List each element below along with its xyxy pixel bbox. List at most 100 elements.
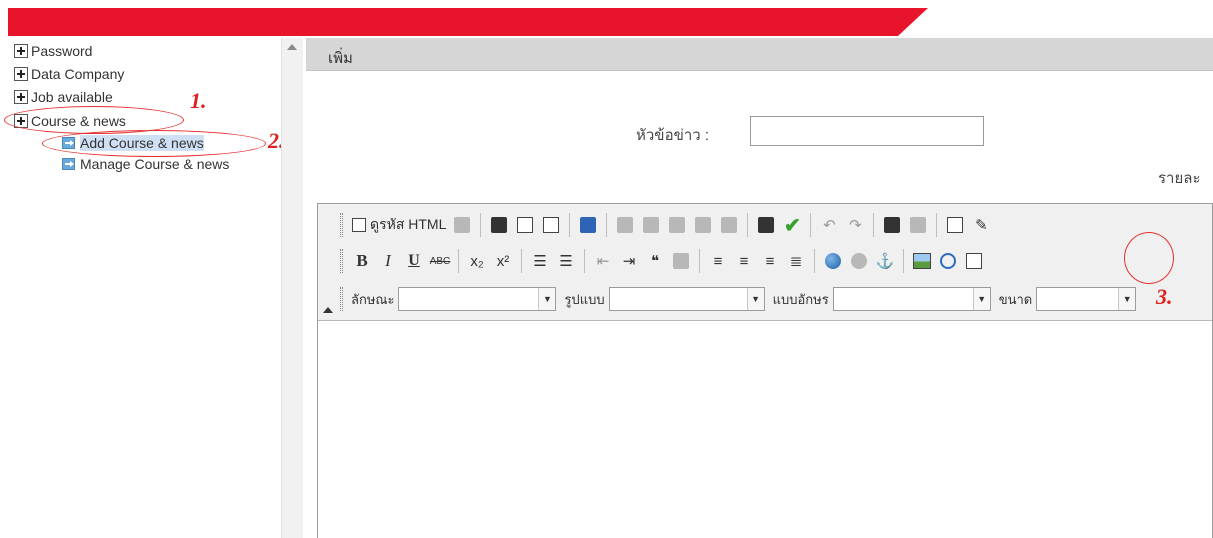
tree-item-add-course-news[interactable]: Add Course & news (14, 133, 204, 153)
bold-button[interactable]: B (349, 248, 375, 274)
templates-icon (454, 217, 471, 233)
undo-button[interactable]: ↶ (816, 212, 842, 238)
font-select[interactable]: ▼ (832, 287, 991, 311)
superscript-button[interactable]: x² (490, 248, 516, 274)
tree-item-manage-course-news[interactable]: Manage Course & news (14, 154, 229, 174)
tree-item-password[interactable]: Password (14, 41, 92, 61)
content-header: เพิ่ม (306, 38, 1213, 71)
tree-item-label: Data Company (31, 66, 125, 82)
unlink-button[interactable] (846, 248, 872, 274)
binoculars-icon (884, 217, 901, 233)
indent-button[interactable]: ⇥ (616, 248, 642, 274)
plus-box-icon[interactable] (14, 114, 28, 128)
editor-content-area[interactable] (318, 321, 1212, 538)
detail-label: รายละ (1158, 170, 1201, 187)
anchor-button[interactable]: ⚓ (872, 248, 898, 274)
plus-box-icon[interactable] (14, 90, 28, 104)
subscript-button[interactable]: x₂ (464, 248, 490, 274)
toolbar-separator (873, 213, 875, 237)
toolbar-separator (814, 249, 815, 273)
eraser-icon: ✎ (975, 217, 988, 234)
align-center-icon: ≡ (739, 252, 749, 270)
outdent-button[interactable]: ⇤ (590, 248, 616, 274)
style-select[interactable]: ▼ (398, 287, 557, 311)
align-center-button[interactable]: ≡ (731, 248, 757, 274)
blockquote-button[interactable]: ❝ (642, 248, 668, 274)
annotation-number-3: 3. (1156, 284, 1173, 309)
div-container-button[interactable] (668, 248, 694, 274)
toolbar-separator (521, 249, 522, 273)
font-label: แบบอักษร (772, 291, 829, 307)
save-button[interactable] (486, 212, 512, 238)
cut-button[interactable] (612, 212, 638, 238)
strikethrough-button[interactable]: ABC (427, 248, 453, 274)
templates-button[interactable] (449, 212, 475, 238)
toolbar-separator (480, 213, 482, 237)
toolbar-separator (699, 249, 700, 273)
collapse-toolbar-icon[interactable] (323, 307, 333, 313)
tree-item-job-available[interactable]: Job available (14, 87, 113, 107)
undo-icon: ↶ (823, 217, 836, 234)
tree-scrollbar[interactable] (281, 38, 303, 538)
paste-word-button[interactable] (716, 212, 742, 238)
remove-format-button[interactable]: ✎ (968, 212, 994, 238)
numbered-list-button[interactable]: ☰ (527, 248, 553, 274)
chevron-down-icon[interactable]: ▼ (1118, 288, 1136, 310)
link-button[interactable] (820, 248, 846, 274)
tree-item-data-company[interactable]: Data Company (14, 64, 124, 84)
insert-flash-button[interactable] (935, 248, 961, 274)
redo-icon: ↷ (849, 217, 862, 234)
preview-button[interactable] (538, 212, 564, 238)
plus-box-icon[interactable] (14, 67, 28, 81)
font-select-value (834, 288, 973, 310)
paste-text-button[interactable] (690, 212, 716, 238)
underline-button[interactable]: U (401, 248, 427, 274)
scroll-up-arrow-icon[interactable] (287, 44, 297, 50)
tree-item-label: Job available (31, 89, 113, 105)
cut-icon (617, 217, 634, 233)
italic-button[interactable]: I (375, 248, 401, 274)
page-title: เพิ่ม (328, 50, 353, 67)
print-button[interactable] (753, 212, 779, 238)
format-select[interactable]: ▼ (608, 287, 765, 311)
image-icon (913, 253, 931, 269)
source-html-button[interactable]: ดูรหัส HTML (349, 212, 449, 238)
bulleted-list-icon: ☰ (559, 253, 573, 270)
flash-icon (940, 253, 956, 269)
toolbar-separator (936, 213, 938, 237)
size-select[interactable]: ▼ (1036, 287, 1137, 311)
justify-button[interactable]: ≣ (783, 248, 809, 274)
source-icon (352, 218, 366, 232)
tree-item-course-news[interactable]: Course & news (14, 111, 126, 131)
toolbar-separator (747, 213, 749, 237)
news-title-input[interactable] (750, 116, 984, 146)
toolbar-row-2: B I U ABC x₂ x² ☰ ☰ ⇤ ⇥ ❝ ≡ ≡ ≡ ≣ ⚓ (340, 244, 987, 278)
spellcheck-button[interactable]: ✔ (779, 212, 805, 238)
arrow-icon (62, 158, 75, 170)
templates-doc-button[interactable] (575, 212, 601, 238)
toolbar-separator (584, 249, 585, 273)
plus-box-icon[interactable] (14, 44, 28, 58)
align-right-button[interactable]: ≡ (757, 248, 783, 274)
redo-button[interactable]: ↷ (842, 212, 868, 238)
insert-image-button[interactable] (909, 248, 935, 274)
annotation-number-1: 1. (190, 88, 207, 113)
anchor-icon: ⚓ (875, 253, 895, 270)
align-left-button[interactable]: ≡ (705, 248, 731, 274)
replace-button[interactable] (905, 212, 931, 238)
navigation-tree: Password Data Company Job available Cour… (8, 41, 278, 538)
editor-toolbar: ดูรหัส HTML ✔ ↶ ↷ ✎ B I U ABC x₂ x² ☰ ☰ … (318, 204, 1212, 321)
chevron-down-icon[interactable]: ▼ (972, 288, 990, 310)
select-all-icon (947, 217, 964, 233)
select-all-button[interactable] (942, 212, 968, 238)
chevron-down-icon[interactable]: ▼ (746, 288, 764, 310)
insert-table-button[interactable] (961, 248, 987, 274)
chevron-down-icon[interactable]: ▼ (538, 288, 556, 310)
new-page-icon (517, 217, 534, 233)
find-button[interactable] (879, 212, 905, 238)
paste-button[interactable] (664, 212, 690, 238)
new-page-button[interactable] (512, 212, 538, 238)
toolbar-separator (458, 249, 459, 273)
copy-button[interactable] (638, 212, 664, 238)
bulleted-list-button[interactable]: ☰ (553, 248, 579, 274)
